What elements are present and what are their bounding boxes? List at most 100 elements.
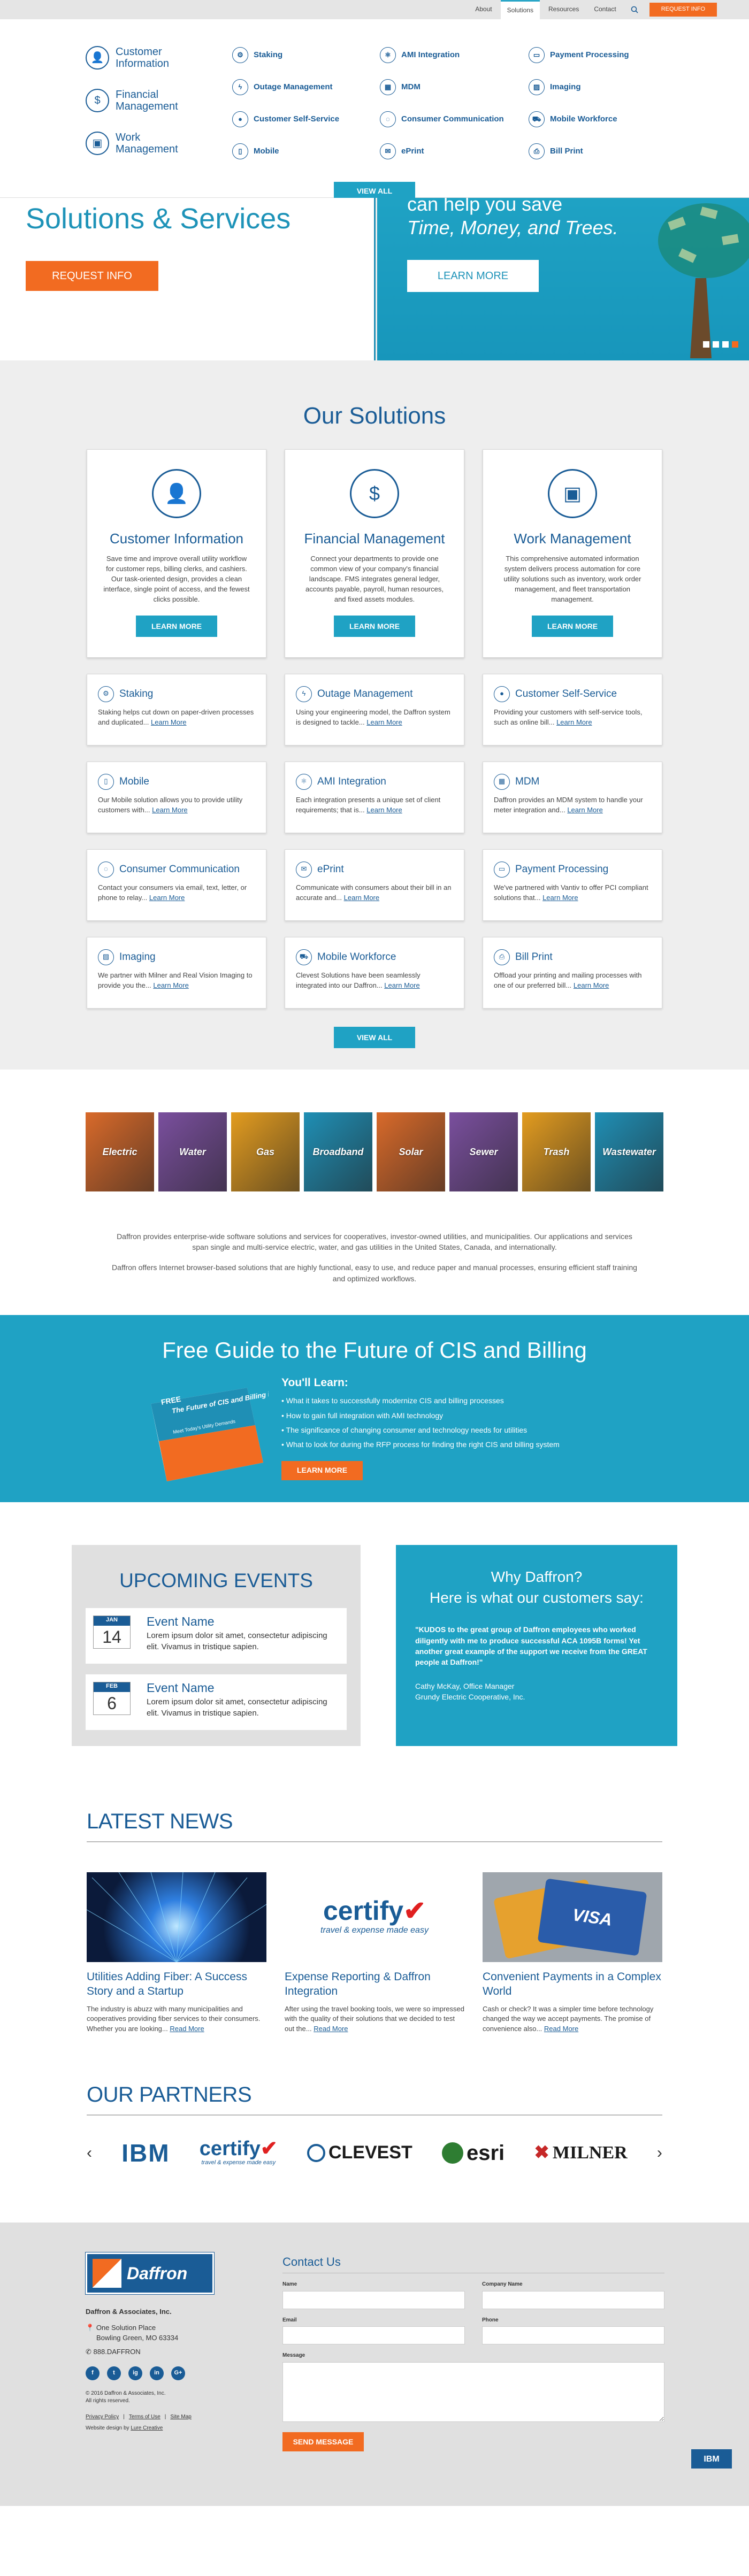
card-mdm: ▦ MDM Daffron provides an MDM system to ha… — [483, 761, 662, 833]
facebook-icon[interactable]: f — [86, 2366, 100, 2381]
market-tile-solar[interactable]: Solar — [377, 1112, 445, 1191]
partner-logo-clevest[interactable]: CLEVEST — [307, 2140, 412, 2166]
credit-cards-image[interactable]: VISA — [483, 1872, 662, 1962]
mega-staking[interactable]: ⚙ Staking — [232, 47, 282, 63]
guide-learn-more-button[interactable]: LEARN MORE — [281, 1460, 363, 1480]
event-item[interactable]: FEB 6 Event Name Lorem ipsum dolor sit ame… — [86, 1674, 347, 1730]
learn-more-link[interactable]: Learn More — [344, 894, 379, 902]
market-tile-trash[interactable]: Trash — [522, 1112, 591, 1191]
chevron-right-icon[interactable]: › — [657, 2141, 662, 2165]
terms-link[interactable]: Terms of Use — [129, 2413, 160, 2421]
mega-customer-information[interactable]: 👤 Customer Information — [86, 46, 185, 70]
nav-about[interactable]: About — [469, 0, 498, 19]
mega-view-all-button[interactable]: VIEW ALL — [334, 182, 415, 200]
about-paragraph-2: Daffron offers Internet browser-based so… — [112, 1263, 637, 1283]
solutions-view-all-button[interactable]: VIEW ALL — [334, 1026, 415, 1048]
market-tile-gas[interactable]: Gas — [231, 1112, 300, 1191]
event-name[interactable]: Event Name — [147, 1615, 339, 1628]
linkedin-icon[interactable]: in — [150, 2366, 164, 2381]
slide-dot-3[interactable] — [722, 341, 729, 348]
nav-contact[interactable]: Contact — [587, 0, 622, 19]
mega-financial-management[interactable]: $ Financial Management — [86, 89, 185, 112]
news-headline[interactable]: Convenient Payments in a Complex World — [483, 1970, 662, 1999]
event-name[interactable]: Event Name — [147, 1681, 339, 1694]
mega-ami-integration[interactable]: ⚛ AMI Integration — [380, 47, 460, 63]
hero-banner: Solutions & Services REQUEST INFO can he… — [0, 198, 749, 378]
partner-logo-certify[interactable]: certify✔ travel & expense made easy — [200, 2139, 278, 2167]
mega-work-management[interactable]: ▣ Work Management — [86, 132, 185, 155]
learn-more-button[interactable]: LEARN MORE — [334, 615, 415, 637]
learn-more-link[interactable]: Learn More — [567, 806, 602, 814]
mega-imaging[interactable]: ▨ Imaging — [529, 79, 581, 95]
nav-resources[interactable]: Resources — [542, 0, 585, 19]
learn-more-button[interactable]: LEARN MORE — [532, 615, 613, 637]
name-field[interactable] — [282, 2290, 465, 2309]
phone-field[interactable] — [482, 2326, 664, 2344]
design-credit-link[interactable]: Lure Creative — [131, 2425, 163, 2431]
card-text: This comprehensive automated information… — [503, 555, 641, 603]
mega-mdm[interactable]: ▦ MDM — [380, 79, 421, 95]
twitter-icon[interactable]: t — [107, 2366, 121, 2381]
slide-dot-2[interactable] — [713, 341, 719, 348]
mega-mobile-workforce[interactable]: ⛟ Mobile Workforce — [529, 111, 617, 127]
printer-icon: ⎙ — [529, 143, 545, 159]
daffron-logo[interactable]: Daffron — [85, 2252, 215, 2295]
partner-logo-ibm[interactable]: IBM — [121, 2135, 170, 2171]
privacy-policy-link[interactable]: Privacy Policy — [86, 2413, 119, 2421]
site-map-link[interactable]: Site Map — [170, 2413, 191, 2421]
read-more-link[interactable]: Read More — [170, 2025, 204, 2033]
read-more-link[interactable]: Read More — [544, 2025, 578, 2033]
nav-solutions[interactable]: Solutions — [500, 0, 540, 19]
learn-more-link[interactable]: Learn More — [542, 894, 578, 902]
message-field[interactable] — [282, 2362, 664, 2422]
market-tile-electric[interactable]: Electric — [86, 1112, 154, 1191]
chevron-left-icon[interactable]: ‹ — [87, 2141, 92, 2165]
partner-logo-esri[interactable]: esri — [441, 2137, 505, 2169]
read-more-link[interactable]: Read More — [314, 2025, 348, 2033]
market-tile-water[interactable]: Water — [158, 1112, 227, 1191]
card-financial-management: $ Financial Management Connect your depa… — [285, 449, 464, 658]
hero-left-panel: Solutions & Services REQUEST INFO — [0, 198, 376, 360]
market-tile-wastewater[interactable]: Wastewater — [595, 1112, 663, 1191]
market-tile-sewer[interactable]: Sewer — [449, 1112, 518, 1191]
learn-more-link[interactable]: Learn More — [151, 718, 186, 726]
learn-more-link[interactable]: Learn More — [153, 981, 188, 989]
mega-eprint[interactable]: ✉ ePrint — [380, 143, 424, 159]
learn-more-link[interactable]: Learn More — [384, 981, 419, 989]
slide-dot-4[interactable] — [732, 341, 738, 348]
certify-logo-image[interactable]: certify✔ travel & expense made easy — [285, 1872, 464, 1962]
email-field[interactable] — [282, 2326, 465, 2344]
learn-more-link[interactable]: Learn More — [556, 718, 592, 726]
send-message-button[interactable]: SEND MESSAGE — [282, 2432, 364, 2452]
slider-dots[interactable] — [703, 341, 738, 348]
event-item[interactable]: JAN 14 Event Name Lorem ipsum dolor sit am… — [86, 1608, 347, 1664]
chat-icon: ◌ — [380, 111, 396, 127]
learn-more-link[interactable]: Learn More — [366, 806, 402, 814]
partner-logo-milner[interactable]: ✖ MILNER — [534, 2140, 627, 2166]
mega-payment-processing[interactable]: ▭ Payment Processing — [529, 47, 629, 63]
learn-more-link[interactable]: Learn More — [152, 806, 187, 814]
mega-consumer-communication[interactable]: ◌ Consumer Communication — [380, 111, 504, 127]
search-icon[interactable] — [625, 0, 644, 19]
address-line-1: One Solution Place — [96, 2323, 156, 2332]
learn-more-link[interactable]: Learn More — [149, 894, 185, 902]
learn-more-link[interactable]: Learn More — [366, 718, 402, 726]
mega-bill-print[interactable]: ⎙ Bill Print — [529, 143, 583, 159]
hero-learn-more-button[interactable]: LEARN MORE — [407, 260, 539, 292]
mega-customer-self-service[interactable]: ● Customer Self-Service — [232, 111, 339, 127]
company-field[interactable] — [482, 2290, 664, 2309]
google-plus-icon[interactable]: G+ — [171, 2366, 185, 2381]
learn-more-link[interactable]: Learn More — [574, 981, 609, 989]
mega-outage-management[interactable]: ϟ Outage Management — [232, 79, 333, 95]
learn-more-button[interactable]: LEARN MORE — [136, 615, 217, 637]
request-info-button[interactable]: REQUEST INFO — [649, 3, 717, 17]
market-tile-broadband[interactable]: Broadband — [304, 1112, 372, 1191]
hero-request-info-button[interactable]: REQUEST INFO — [26, 261, 158, 291]
news-headline[interactable]: Expense Reporting & Daffron Integration — [285, 1970, 464, 1999]
mega-mobile[interactable]: ▯ Mobile — [232, 143, 279, 159]
instagram-icon[interactable]: ig — [128, 2366, 142, 2381]
fiber-optic-image[interactable] — [87, 1872, 266, 1962]
slide-dot-1[interactable] — [703, 341, 709, 348]
news-headline[interactable]: Utilities Adding Fiber: A Success Story … — [87, 1970, 266, 1999]
card-title: Customer Information — [110, 530, 243, 547]
